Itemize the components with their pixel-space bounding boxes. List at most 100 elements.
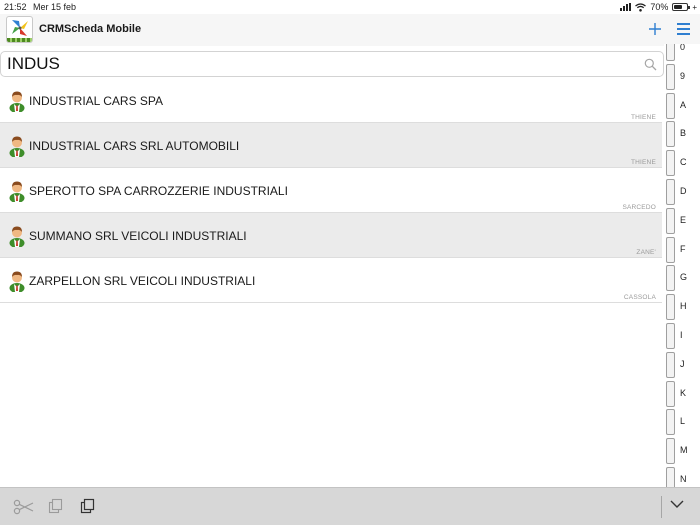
menu-button[interactable] [676, 21, 692, 37]
charging-icon: + [692, 2, 697, 12]
status-bar: 21:52 Mer 15 feb 70% + [0, 0, 700, 14]
index-tab [666, 438, 675, 465]
index-tab [666, 44, 675, 61]
index-letter[interactable]: L [664, 408, 700, 437]
index-letter-label: D [680, 186, 687, 196]
app-header: CRMScheda Mobile [0, 14, 700, 46]
app-screen: 21:52 Mer 15 feb 70% + CRMScheda Mobile … [0, 0, 700, 525]
list-item[interactable]: SPEROTTO SPA CARROZZERIE INDUSTRIALI SARC… [0, 168, 662, 213]
contact-person-icon [9, 226, 25, 247]
index-letter[interactable]: D [664, 178, 700, 207]
index-tab [666, 294, 675, 321]
pinwheel-logo-icon [12, 20, 28, 36]
index-letter-label: E [680, 214, 687, 225]
index-tab [666, 207, 675, 234]
collapse-button[interactable] [668, 497, 688, 515]
list-item[interactable]: INDUSTRIAL CARS SRL AUTOMOBILI THIENE [0, 123, 662, 168]
index-letter[interactable]: 9 [664, 63, 700, 92]
company-name: SUMMANO SRL VEICOLI INDUSTRIALI [29, 229, 247, 243]
contact-person-icon [9, 271, 25, 292]
plus-icon [649, 23, 661, 35]
search-input[interactable] [7, 53, 627, 75]
index-tab [666, 179, 675, 205]
search-icon[interactable] [644, 58, 657, 71]
results-list: INDUSTRIAL CARS SPA THIENE INDUSTRIAL CARS… [0, 78, 662, 303]
cut-button[interactable] [13, 498, 34, 516]
index-letter-label: M [680, 445, 688, 456]
add-button[interactable] [646, 19, 664, 39]
chevron-down-icon [670, 500, 684, 508]
bottom-toolbar [0, 487, 700, 525]
status-date: Mer 15 feb [33, 2, 77, 12]
index-letter[interactable]: G [664, 264, 700, 293]
index-letter-label: 0 [680, 44, 686, 52]
paste-button[interactable] [80, 498, 100, 516]
company-name: SPEROTTO SPA CARROZZERIE INDUSTRIALI [29, 184, 288, 198]
index-letter-label: G [680, 272, 688, 283]
company-name: INDUSTRIAL CARS SPA [29, 94, 164, 108]
company-city: THIENE [630, 114, 656, 121]
app-logo [6, 16, 33, 43]
signal-icon [620, 3, 632, 11]
company-name: ZARPELLON SRL VEICOLI INDUSTRIALI [29, 274, 256, 288]
app-title: CRMScheda Mobile [39, 23, 142, 35]
index-letter-label: L [680, 416, 686, 427]
index-letter-label: J [680, 358, 685, 369]
list-item[interactable]: INDUSTRIAL CARS SPA THIENE [0, 78, 662, 123]
index-letter-label: 9 [680, 70, 686, 81]
index-letter-label: I [680, 330, 683, 340]
contact-person-icon [9, 181, 25, 202]
company-name: INDUSTRIAL CARS SRL AUTOMOBILI [29, 139, 240, 153]
index-letter[interactable]: H [664, 293, 700, 322]
battery-icon [672, 3, 691, 11]
scissors-icon [13, 499, 34, 515]
company-city: CASSOLA [623, 294, 656, 301]
index-tab [666, 467, 675, 487]
search-bar [0, 51, 664, 77]
index-tab [666, 121, 675, 148]
index-letter-label: H [680, 301, 687, 312]
index-letter[interactable]: J [664, 351, 700, 380]
index-letter-label: K [680, 387, 687, 398]
copy-icon [48, 498, 63, 514]
index-letter[interactable]: K [664, 380, 700, 409]
index-letter[interactable]: C [664, 149, 700, 178]
list-item[interactable]: ZARPELLON SRL VEICOLI INDUSTRIALI CASSOLA [0, 258, 662, 303]
index-letter[interactable]: I [664, 322, 700, 351]
index-tab [666, 63, 675, 90]
index-tab [666, 265, 675, 292]
index-tab [666, 92, 675, 119]
index-tab [666, 380, 675, 407]
list-item[interactable]: SUMMANO SRL VEICOLI INDUSTRIALI ZANE' [0, 213, 662, 258]
index-letter[interactable]: A [664, 92, 700, 121]
paste-icon [80, 498, 95, 514]
index-tab [666, 409, 675, 436]
index-letter[interactable]: E [664, 207, 700, 236]
battery-percent: 70% [650, 2, 669, 12]
index-letter-label: N [680, 474, 687, 484]
wifi-icon [635, 2, 647, 12]
company-city: ZANE' [636, 249, 656, 256]
index-letter[interactable]: M [664, 437, 700, 466]
index-tab [666, 323, 675, 349]
index-letter-label: C [680, 157, 687, 168]
index-letter[interactable]: F [664, 236, 700, 265]
index-tab [666, 236, 675, 263]
company-city: THIENE [630, 159, 656, 166]
company-city: SARCEDO [622, 204, 656, 211]
toolbar-divider [661, 496, 662, 518]
contact-person-icon [9, 136, 25, 157]
index-letter[interactable]: B [664, 120, 700, 149]
copy-button[interactable] [48, 498, 68, 516]
index-letter[interactable]: 0 [664, 44, 700, 63]
alphabet-index: 09ABCDEFGHIJKLMNO [664, 44, 700, 487]
index-letter-label: F [680, 243, 686, 254]
status-right: 70% + [620, 2, 697, 12]
index-letter-label: B [680, 128, 687, 139]
index-letter[interactable]: N [664, 466, 700, 487]
index-letter-label: A [680, 99, 687, 110]
status-time: 21:52 [4, 2, 27, 12]
index-tab [666, 150, 675, 177]
index-tab [666, 351, 675, 378]
contact-person-icon [9, 91, 25, 112]
